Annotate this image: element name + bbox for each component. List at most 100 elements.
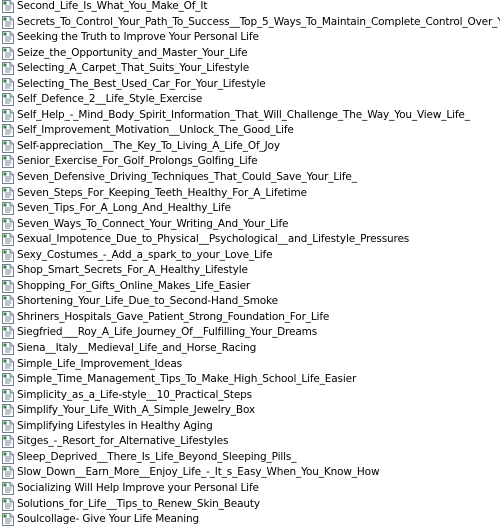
text-document-icon [2, 388, 14, 402]
file-list-item[interactable]: Shopping_For_Gifts_Online_Makes_Life_Eas… [0, 279, 500, 295]
file-list-item[interactable]: Self-appreciation__The_Key_To_Living_A_L… [0, 139, 500, 155]
file-list-item[interactable]: Seven_Defensive_Driving_Techniques_That_… [0, 170, 500, 186]
file-name: Sleep_Deprived__There_Is_Life_Beyond_Sle… [17, 450, 297, 463]
text-document-icon [2, 481, 14, 495]
file-name: Simplify_Your_Life_With_A_Simple_Jewelry… [17, 404, 255, 417]
file-name: Sitges_-_Resort_for_Alternative_Lifestyl… [17, 435, 229, 448]
text-document-icon [2, 357, 14, 371]
file-list-item[interactable]: Solutions_for_Life__Tips_to_Renew_Skin_B… [0, 497, 500, 513]
text-document-icon [2, 248, 14, 262]
file-list-item[interactable]: Shop_Smart_Secrets_For_A_Healthy_Lifesty… [0, 263, 500, 279]
text-document-icon [2, 513, 14, 527]
text-document-icon [2, 310, 14, 324]
text-document-icon [2, 186, 14, 200]
file-list-item[interactable]: Sitges_-_Resort_for_Alternative_Lifestyl… [0, 434, 500, 450]
file-list-item[interactable]: Simplicity_as_a_Life-style__10_Practical… [0, 388, 500, 404]
file-name: Simplifying Lifestyles in Healthy Aging [17, 419, 213, 432]
file-list-item[interactable]: Selecting_A_Carpet_That_Suits_Your_Lifes… [0, 61, 500, 77]
file-name: Senior_Exercise_For_Golf_Prolongs_Golfin… [17, 155, 258, 168]
file-list-item[interactable]: Selecting_The_Best_Used_Car_For_Your_Lif… [0, 77, 500, 93]
file-list: Second_Life_Is_What_You_Make_Of_It Secre… [0, 0, 500, 528]
text-document-icon [2, 124, 14, 138]
file-name: Second_Life_Is_What_You_Make_Of_It [17, 0, 208, 12]
file-name: Selecting_A_Carpet_That_Suits_Your_Lifes… [17, 62, 249, 75]
file-name: Simple_Life_Improvement_Ideas [17, 357, 182, 370]
file-name: Self_Defence_2__Life_Style_Exercise [17, 93, 203, 106]
file-list-item[interactable]: Self_Help_-_Mind_Body_Spirit_Information… [0, 108, 500, 124]
text-document-icon [2, 93, 14, 107]
text-document-icon [2, 77, 14, 91]
file-list-item[interactable]: Secrets_To_Control_Your_Path_To_Success_… [0, 15, 500, 31]
file-name: Seven_Defensive_Driving_Techniques_That_… [17, 171, 357, 184]
text-document-icon [2, 202, 14, 216]
file-name: Siena__Italy__Medieval_Life_and_Horse_Ra… [17, 342, 257, 355]
file-name: Shopping_For_Gifts_Online_Makes_Life_Eas… [17, 279, 251, 292]
file-list-item[interactable]: Seven_Ways_To_Connect_Your_Writing_And_Y… [0, 217, 500, 233]
file-name: Shriners_Hospitals_Gave_Patient_Strong_F… [17, 310, 330, 323]
file-name: Seven_Steps_For_Keeping_Teeth_Healthy_Fo… [17, 186, 307, 199]
text-document-icon [2, 62, 14, 76]
file-name: Soulcollage- Give Your Life Meaning [17, 513, 200, 526]
file-list-item[interactable]: Second_Life_Is_What_You_Make_Of_It [0, 0, 500, 15]
text-document-icon [2, 108, 14, 122]
text-document-icon [2, 419, 14, 433]
file-list-item[interactable]: Seven_Tips_For_A_Long_And_Healthy_Life [0, 201, 500, 217]
file-name: Shop_Smart_Secrets_For_A_Healthy_Lifesty… [17, 264, 248, 277]
file-name: Self_Help_-_Mind_Body_Spirit_Information… [17, 108, 470, 121]
text-document-icon [2, 31, 14, 45]
file-name: Slow_Down__Earn_More__Enjoy_Life_-_It_s_… [17, 466, 380, 479]
file-list-item[interactable]: Sexy_Costumes_-_Add_a_spark_to_your_Love… [0, 248, 500, 264]
text-document-icon [2, 155, 14, 169]
file-list-item[interactable]: Seven_Steps_For_Keeping_Teeth_Healthy_Fo… [0, 186, 500, 202]
file-list-item[interactable]: Senior_Exercise_For_Golf_Prolongs_Golfin… [0, 154, 500, 170]
file-name: Solutions_for_Life__Tips_to_Renew_Skin_B… [17, 497, 260, 510]
file-name: Siegfried___Roy_A_Life_Journey_Of__Fulfi… [17, 326, 318, 339]
file-list-item[interactable]: Shortening_Your_Life_Due_to_Second-Hand_… [0, 294, 500, 310]
file-name: Self-appreciation__The_Key_To_Living_A_L… [17, 139, 280, 152]
file-name: Sexy_Costumes_-_Add_a_spark_to_your_Love… [17, 248, 273, 261]
text-document-icon [2, 233, 14, 247]
text-document-icon [2, 497, 14, 511]
file-list-item[interactable]: Simplify_Your_Life_With_A_Simple_Jewelry… [0, 403, 500, 419]
file-list-item[interactable]: Slow_Down__Earn_More__Enjoy_Life_-_It_s_… [0, 465, 500, 481]
file-list-item[interactable]: Simplifying Lifestyles in Healthy Aging [0, 419, 500, 435]
file-list-item[interactable]: Simple_Life_Improvement_Ideas [0, 357, 500, 373]
file-name: Simple_Time_Management_Tips_To_Make_High… [17, 373, 357, 386]
text-document-icon [2, 279, 14, 293]
file-list-item[interactable]: Seeking the Truth to Improve Your Person… [0, 30, 500, 46]
file-list-item[interactable]: Soulcollage- Give Your Life Meaning [0, 512, 500, 528]
text-document-icon [2, 46, 14, 60]
file-list-item[interactable]: Sexual_Impotence_Due_to_Physical__Psycho… [0, 232, 500, 248]
file-list-item[interactable]: Siena__Italy__Medieval_Life_and_Horse_Ra… [0, 341, 500, 357]
text-document-icon [2, 373, 14, 387]
text-document-icon [2, 295, 14, 309]
file-list-item[interactable]: Sleep_Deprived__There_Is_Life_Beyond_Sle… [0, 450, 500, 466]
file-list-item[interactable]: Seize_the_Opportunity_and_Master_Your_Li… [0, 46, 500, 62]
text-document-icon [2, 139, 14, 153]
text-document-icon [2, 450, 14, 464]
text-document-icon [2, 264, 14, 278]
file-list-item[interactable]: Socializing Will Help Improve your Perso… [0, 481, 500, 497]
file-name: Seven_Tips_For_A_Long_And_Healthy_Life [17, 202, 231, 215]
file-list-item[interactable]: Simple_Time_Management_Tips_To_Make_High… [0, 372, 500, 388]
file-name: Seeking the Truth to Improve Your Person… [17, 31, 259, 44]
file-name: Seize_the_Opportunity_and_Master_Your_Li… [17, 46, 248, 59]
file-name: Selecting_The_Best_Used_Car_For_Your_Lif… [17, 77, 266, 90]
text-document-icon [2, 217, 14, 231]
text-document-icon [2, 466, 14, 480]
text-document-icon [2, 435, 14, 449]
file-name: Socializing Will Help Improve your Perso… [17, 481, 259, 494]
file-list-item[interactable]: Self_Defence_2__Life_Style_Exercise [0, 92, 500, 108]
file-name: Simplicity_as_a_Life-style__10_Practical… [17, 388, 252, 401]
file-name: Self_Improvement_Motivation__Unlock_The_… [17, 124, 294, 137]
text-document-icon [2, 171, 14, 185]
file-list-item[interactable]: Self_Improvement_Motivation__Unlock_The_… [0, 123, 500, 139]
file-name: Sexual_Impotence_Due_to_Physical__Psycho… [17, 233, 410, 246]
file-name: Secrets_To_Control_Your_Path_To_Success_… [17, 15, 500, 28]
text-document-icon [2, 342, 14, 356]
file-list-item[interactable]: Siegfried___Roy_A_Life_Journey_Of__Fulfi… [0, 325, 500, 341]
file-list-item[interactable]: Shriners_Hospitals_Gave_Patient_Strong_F… [0, 310, 500, 326]
text-document-icon [2, 326, 14, 340]
file-name: Shortening_Your_Life_Due_to_Second-Hand_… [17, 295, 278, 308]
text-document-icon [2, 0, 14, 13]
